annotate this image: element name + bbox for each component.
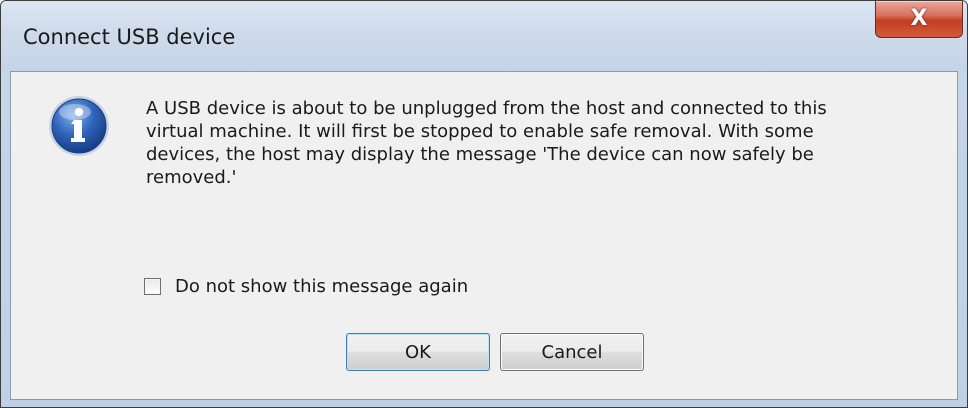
checkbox-label[interactable]: Do not show this message again bbox=[175, 276, 468, 297]
window-title: Connect USB device bbox=[23, 25, 236, 49]
do-not-show-again-checkbox[interactable] bbox=[144, 277, 161, 295]
message-line: removed.' bbox=[146, 167, 237, 188]
dialog-message: A USB device is about to be unplugged fr… bbox=[146, 97, 926, 189]
title-bar[interactable]: Connect USB device X bbox=[1, 1, 967, 71]
do-not-show-again-option[interactable]: Do not show this message again bbox=[144, 275, 468, 297]
info-icon bbox=[49, 96, 109, 156]
message-line: virtual machine. It will first be stoppe… bbox=[146, 121, 814, 142]
ok-button[interactable]: OK bbox=[346, 333, 490, 371]
dialog-body: A USB device is about to be unplugged fr… bbox=[10, 71, 958, 400]
close-button[interactable]: X bbox=[875, 1, 963, 38]
close-icon: X bbox=[910, 6, 928, 31]
message-line: devices, the host may display the messag… bbox=[146, 144, 814, 165]
message-line: A USB device is about to be unplugged fr… bbox=[146, 98, 827, 119]
cancel-button[interactable]: Cancel bbox=[500, 333, 644, 371]
dialog-window: Connect USB device X A USB device is abo… bbox=[0, 0, 968, 408]
